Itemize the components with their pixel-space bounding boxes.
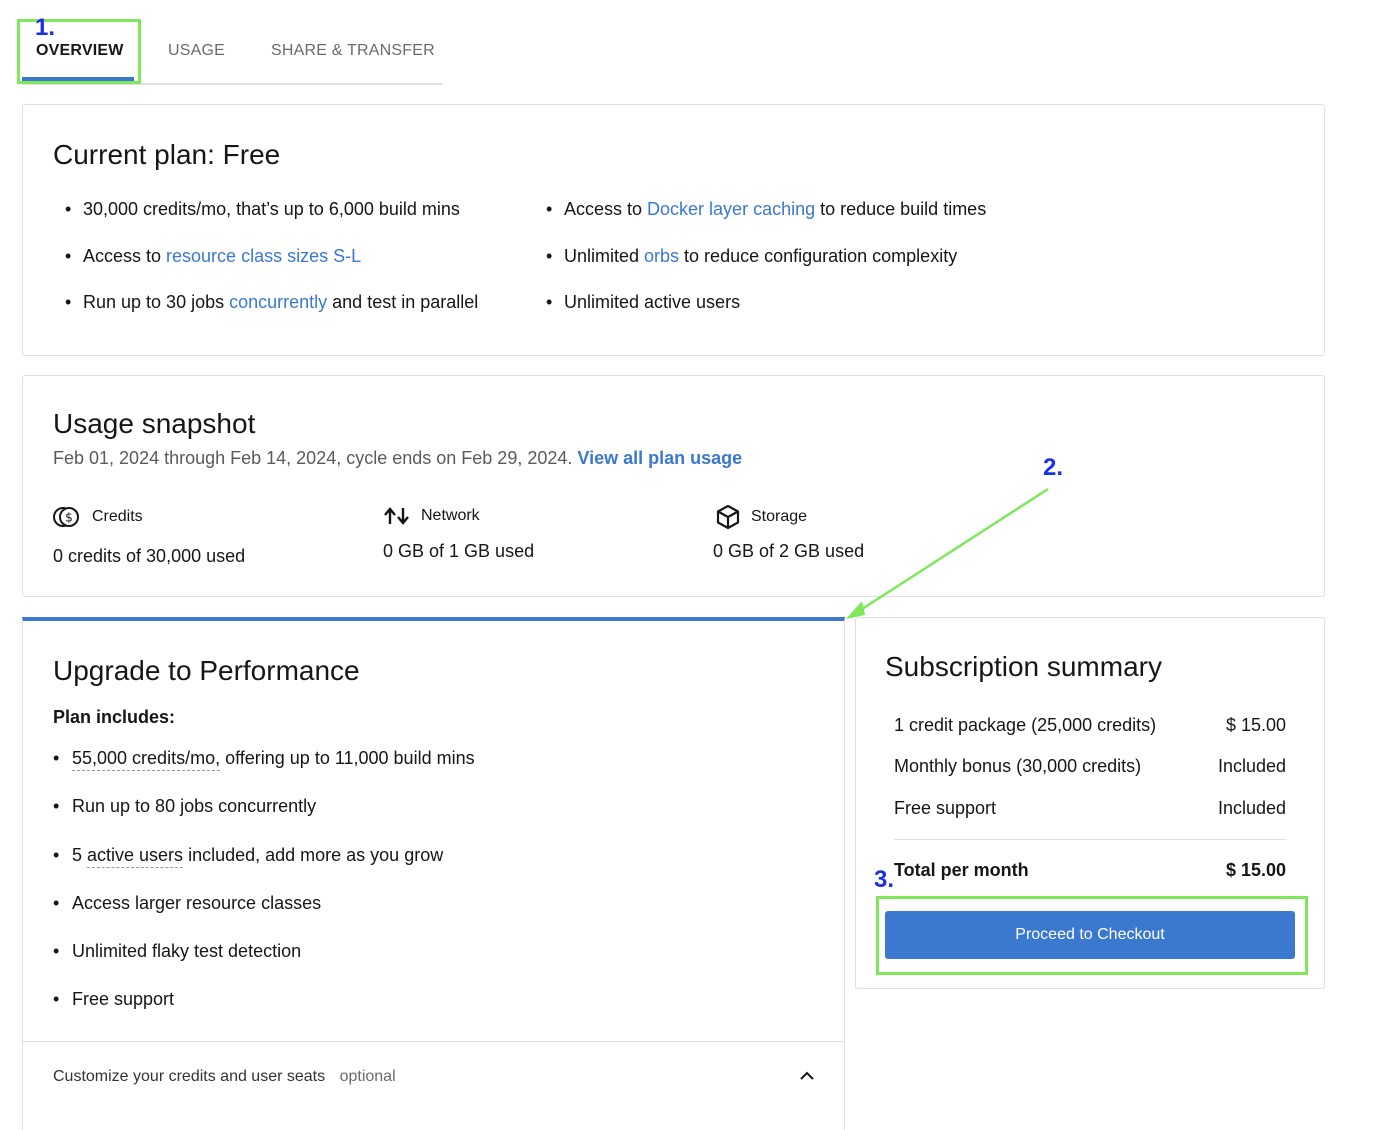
plan-feature: Unlimited orbs to reduce configuration c… <box>546 246 986 293</box>
summary-title: Subscription summary <box>885 651 1162 682</box>
plan-feature-text: and test in parallel <box>327 292 479 312</box>
resource-class-link[interactable]: resource class sizes S-L <box>166 246 361 266</box>
optional-label: optional <box>339 1068 396 1085</box>
current-plan-card: Current plan: Free 30,000 credits/mo, th… <box>22 104 1325 356</box>
customize-credits-toggle[interactable]: Customize your credits and user seats op… <box>53 1068 396 1086</box>
total-value: $ 15.00 <box>1225 860 1286 880</box>
usage-period: Feb 01, 2024 through Feb 14, 2024, cycle… <box>53 448 742 469</box>
concurrently-link[interactable]: concurrently <box>229 292 327 312</box>
summary-row-value: $ 15.00 <box>1225 715 1286 735</box>
annotation-label-1: 1. <box>35 14 56 41</box>
upgrade-feature: 5 active users included, add more as you… <box>53 844 475 893</box>
summary-row: 1 credit package (25,000 credits) $ 15.00 <box>894 715 1286 736</box>
upgrade-card: Upgrade to Performance Plan includes: 55… <box>22 617 845 1130</box>
feature-text: offering up to 11,000 build mins <box>220 748 475 768</box>
summary-row-value: Included <box>1217 798 1286 818</box>
summary-row-value: Included <box>1217 756 1286 776</box>
feature-text: 5 <box>72 844 88 865</box>
plan-feature-text: Run up to 30 jobs <box>83 292 230 312</box>
plan-feature-text: Access to <box>564 199 648 219</box>
summary-row-label: Monthly bonus (30,000 credits) <box>894 756 1142 776</box>
active-users-tooltip-term[interactable]: active users <box>87 844 184 868</box>
plan-includes-heading: Plan includes: <box>53 707 176 727</box>
credits-label: Credits <box>92 508 143 525</box>
plan-feature: Run up to 30 jobs concurrently and test … <box>65 292 478 339</box>
current-plan-list-right: Access to Docker layer caching to reduce… <box>546 199 986 339</box>
total-row: Total per month $ 15.00 <box>894 860 1286 881</box>
credits-icon: $ <box>53 507 79 527</box>
usage-snapshot-card: Usage snapshot Feb 01, 2024 through Feb … <box>22 375 1325 597</box>
credits-tooltip-term[interactable]: 55,000 credits/mo, <box>72 748 221 771</box>
customize-label: Customize your credits and user seats <box>53 1068 326 1085</box>
network-usage-value: 0 GB of 1 GB used <box>383 541 535 561</box>
plan-feature-text: 30,000 credits/mo, that’s up to 6,000 bu… <box>83 199 460 219</box>
plan-feature-text: Access to <box>83 245 167 266</box>
divider <box>23 1041 844 1042</box>
summary-divider <box>894 839 1286 840</box>
storage-metric-label: Storage <box>715 504 807 530</box>
plan-feature-text: to reduce configuration complexity <box>679 245 958 266</box>
plan-feature-text: Unlimited <box>564 245 645 266</box>
current-plan-title: Current plan: Free <box>53 139 281 170</box>
network-metric-label: Network <box>383 506 480 526</box>
total-label: Total per month <box>894 860 1029 880</box>
storage-icon <box>716 504 740 530</box>
feature-text: Unlimited flaky test detection <box>72 941 302 962</box>
tab-usage[interactable]: USAGE <box>168 42 225 60</box>
credits-usage-value: 0 credits of 30,000 used <box>53 546 246 566</box>
docker-layer-caching-link[interactable]: Docker layer caching <box>647 199 815 219</box>
summary-row: Free support Included <box>894 798 1286 819</box>
feature-text: Free support <box>72 989 175 1010</box>
upgrade-feature: Free support <box>53 989 475 1037</box>
usage-snapshot-title: Usage snapshot <box>53 408 256 439</box>
summary-row-label: Free support <box>894 798 997 818</box>
upgrade-title: Upgrade to Performance <box>53 655 360 686</box>
annotation-arrow-icon <box>846 487 1049 619</box>
upgrade-feature: Unlimited flaky test detection <box>53 941 475 989</box>
storage-label: Storage <box>751 508 808 525</box>
plan-feature: Access to resource class sizes S-L <box>65 246 478 293</box>
plan-feature-text: to reduce build times <box>815 199 987 219</box>
summary-row-label: 1 credit package (25,000 credits) <box>894 715 1157 735</box>
summary-row: Monthly bonus (30,000 credits) Included <box>894 756 1286 777</box>
annotation-label-2: 2. <box>1043 454 1064 481</box>
network-icon <box>384 507 409 525</box>
plan-feature: Unlimited active users <box>546 292 986 339</box>
usage-period-text: Feb 01, 2024 through Feb 14, 2024, cycle… <box>53 448 573 468</box>
plan-feature-text: Unlimited active users <box>564 292 741 312</box>
plan-feature: Access to Docker layer caching to reduce… <box>546 199 986 246</box>
svg-text:$: $ <box>65 511 73 525</box>
feature-text: included, add more as you grow <box>183 844 444 865</box>
network-label: Network <box>421 507 480 524</box>
upgrade-feature: 55,000 credits/mo, offering up to 11,000… <box>53 748 475 796</box>
feature-text: Access larger resource classes <box>72 892 322 913</box>
credits-metric-label: $ Credits <box>53 506 143 528</box>
chevron-up-icon[interactable] <box>799 1070 815 1082</box>
annotation-label-3: 3. <box>874 866 895 893</box>
upgrade-feature: Access larger resource classes <box>53 893 475 941</box>
current-plan-list-left: 30,000 credits/mo, that’s up to 6,000 bu… <box>65 199 478 339</box>
orbs-link[interactable]: orbs <box>644 246 679 266</box>
upgrade-feature-list: 55,000 credits/mo, offering up to 11,000… <box>53 748 475 1038</box>
view-all-plan-usage-link[interactable]: View all plan usage <box>577 448 742 468</box>
upgrade-feature: Run up to 80 jobs concurrently <box>53 796 475 844</box>
plan-feature: 30,000 credits/mo, that’s up to 6,000 bu… <box>65 199 478 246</box>
annotation-box-3 <box>876 896 1308 975</box>
feature-text: Run up to 80 jobs concurrently <box>72 796 317 817</box>
tab-share-transfer[interactable]: SHARE & TRANSFER <box>271 42 435 60</box>
